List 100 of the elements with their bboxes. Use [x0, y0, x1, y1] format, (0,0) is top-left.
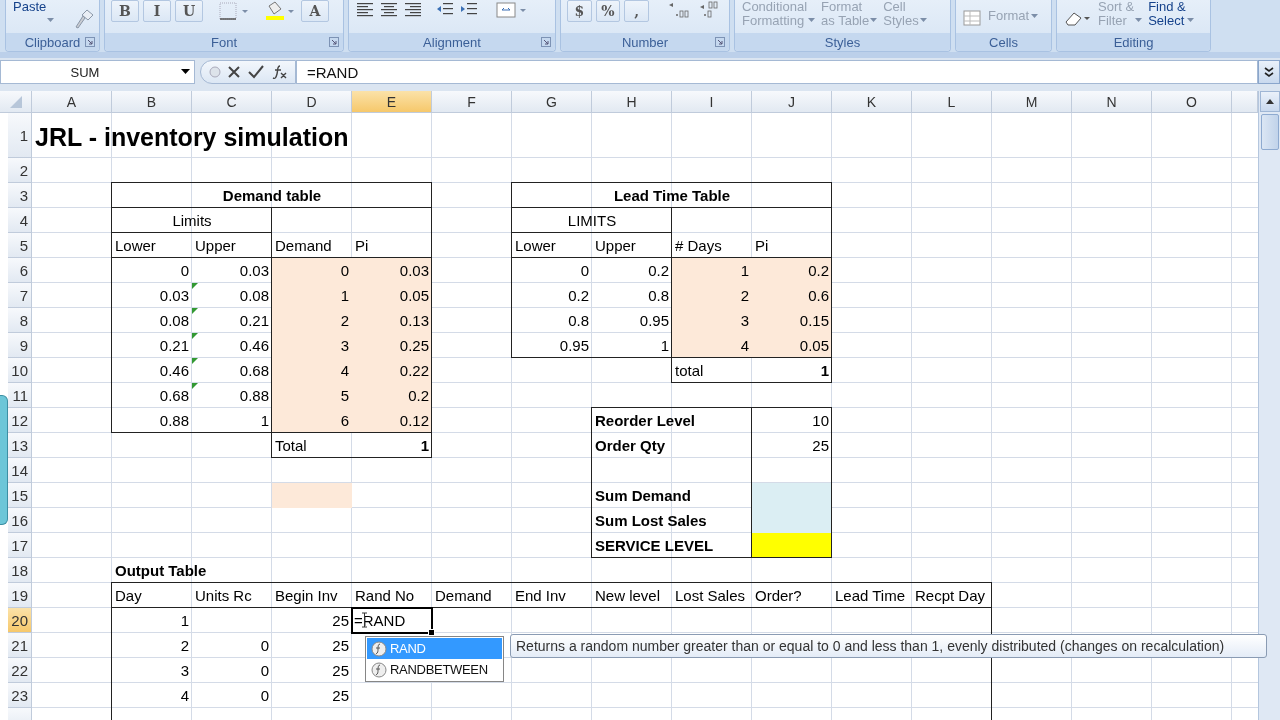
- cell-text: Recpt Day: [914, 587, 987, 606]
- cell-text: 1: [739, 262, 750, 281]
- column-header[interactable]: D: [272, 91, 352, 113]
- style-toggle-button[interactable]: B: [111, 0, 139, 22]
- cell-text: 3: [179, 662, 190, 681]
- style-toggle-button[interactable]: A: [301, 0, 329, 22]
- fill-bucket-icon[interactable]: [263, 0, 297, 22]
- cell-text: Rand No: [354, 587, 416, 606]
- dialog-launcher-icon[interactable]: [329, 37, 339, 47]
- cell-text: 0.03: [238, 262, 270, 281]
- style-toggle-button[interactable]: $: [567, 0, 592, 22]
- cell-text: 0.03: [398, 262, 430, 281]
- cancel-icon[interactable]: [228, 66, 241, 78]
- column-header[interactable]: F: [432, 91, 512, 113]
- column-header[interactable]: H: [592, 91, 672, 113]
- cell-text: 1: [339, 287, 350, 306]
- cell-text: 0.2: [647, 262, 670, 281]
- dropdown-caret-icon[interactable]: [181, 69, 190, 74]
- cell-text: 0.2: [807, 262, 830, 281]
- cell-text: 4: [739, 337, 750, 356]
- row-header[interactable]: 3: [8, 183, 32, 208]
- cell-text: Order Qty: [594, 437, 667, 456]
- name-box[interactable]: SUM: [0, 60, 195, 84]
- cell-text: 0: [179, 262, 190, 281]
- row-header[interactable]: 22: [8, 658, 32, 683]
- ribbon-button[interactable]: Paste: [12, 0, 56, 22]
- function-tooltip: Returns a random number greater than or equal to 0 and less than 1, evenly distributed (changes on recalculation): [510, 634, 1267, 658]
- format-painter-icon[interactable]: [73, 8, 96, 30]
- row-header[interactable]: 8: [8, 308, 32, 333]
- column-header[interactable]: L: [912, 91, 992, 113]
- column-header[interactable]: I: [672, 91, 752, 113]
- ribbon-button[interactable]: Find & Select: [1147, 0, 1195, 28]
- cell-text: 0: [259, 687, 270, 706]
- cell-text: 0.6: [807, 287, 830, 306]
- style-toggle-button[interactable]: U: [175, 0, 203, 22]
- cell-text: Sum Demand: [594, 487, 692, 506]
- row-header[interactable]: 14: [8, 458, 32, 483]
- vertical-scrollbar[interactable]: [1258, 91, 1280, 720]
- cell-text: 0.08: [238, 287, 270, 306]
- cell-text: 4: [339, 362, 350, 381]
- check-icon[interactable]: [247, 65, 264, 79]
- scrollbar-thumb[interactable]: [1260, 114, 1279, 150]
- style-toggle-button[interactable]: ,: [624, 0, 649, 22]
- cell-text: Limits: [171, 212, 213, 231]
- dialog-launcher-icon[interactable]: [541, 37, 551, 47]
- row-header[interactable]: 1: [8, 113, 32, 158]
- row-header[interactable]: 12: [8, 408, 32, 433]
- row-header[interactable]: 21: [8, 633, 32, 658]
- column-header[interactable]: C: [192, 91, 272, 113]
- row-header[interactable]: 7: [8, 283, 32, 308]
- column-header[interactable]: E: [352, 91, 432, 113]
- row-header[interactable]: 10: [8, 358, 32, 383]
- formula-field[interactable]: =RAND: [296, 60, 1258, 84]
- style-toggle-button[interactable]: I: [143, 0, 171, 22]
- group-label: Alignment: [349, 33, 555, 51]
- column-header[interactable]: O: [1152, 91, 1232, 113]
- row-header[interactable]: 17: [8, 533, 32, 558]
- row-header[interactable]: 15: [8, 483, 32, 508]
- column-header[interactable]: M: [992, 91, 1072, 113]
- cell-text: 1: [659, 337, 670, 356]
- scroll-up-icon[interactable]: [1259, 91, 1280, 112]
- column-header[interactable]: G: [512, 91, 592, 113]
- row-header[interactable]: 2: [8, 158, 32, 183]
- row-header[interactable]: 19: [8, 583, 32, 608]
- cell-text: Demand: [274, 237, 333, 256]
- borders-icon[interactable]: [217, 0, 251, 22]
- row-header[interactable]: 16: [8, 508, 32, 533]
- row-header[interactable]: 23: [8, 683, 32, 708]
- cell-text: Reorder Level: [594, 412, 697, 431]
- row-header[interactable]: 18: [8, 558, 32, 583]
- column-header[interactable]: A: [32, 91, 112, 113]
- autocomplete-item[interactable]: RANDBETWEEN: [367, 659, 502, 680]
- dropdown-caret-icon: [919, 18, 927, 22]
- column-header[interactable]: B: [112, 91, 192, 113]
- cell-text: 0.95: [638, 312, 670, 331]
- dialog-launcher-icon[interactable]: [715, 37, 725, 47]
- expand-formula-bar-icon[interactable]: [1258, 60, 1280, 84]
- cell-text: 2: [739, 287, 750, 306]
- column-header[interactable]: N: [1072, 91, 1152, 113]
- cell-text: Begin Inv: [274, 587, 339, 606]
- style-toggle-button[interactable]: %: [595, 0, 621, 22]
- cell-text: 0.21: [238, 312, 270, 331]
- row-header[interactable]: 20: [8, 608, 32, 633]
- cell-text: 0.8: [647, 287, 670, 306]
- dialog-launcher-icon[interactable]: [85, 37, 95, 47]
- insert-function-icon[interactable]: [271, 64, 288, 80]
- format-cells-icon[interactable]: [962, 8, 984, 28]
- merge-cells-icon[interactable]: [495, 0, 529, 20]
- row-header[interactable]: 5: [8, 233, 32, 258]
- row-header[interactable]: 13: [8, 433, 32, 458]
- row-header[interactable]: 11: [8, 383, 32, 408]
- row-header[interactable]: 6: [8, 258, 32, 283]
- group-label: Editing: [1057, 33, 1210, 51]
- row-header[interactable]: 4: [8, 208, 32, 233]
- fill-handle[interactable]: [428, 629, 435, 636]
- column-header[interactable]: J: [752, 91, 832, 113]
- column-header[interactable]: K: [832, 91, 912, 113]
- cell-text: 0: [579, 262, 590, 281]
- row-header[interactable]: 9: [8, 333, 32, 358]
- group-label: Clipboard: [6, 33, 99, 51]
